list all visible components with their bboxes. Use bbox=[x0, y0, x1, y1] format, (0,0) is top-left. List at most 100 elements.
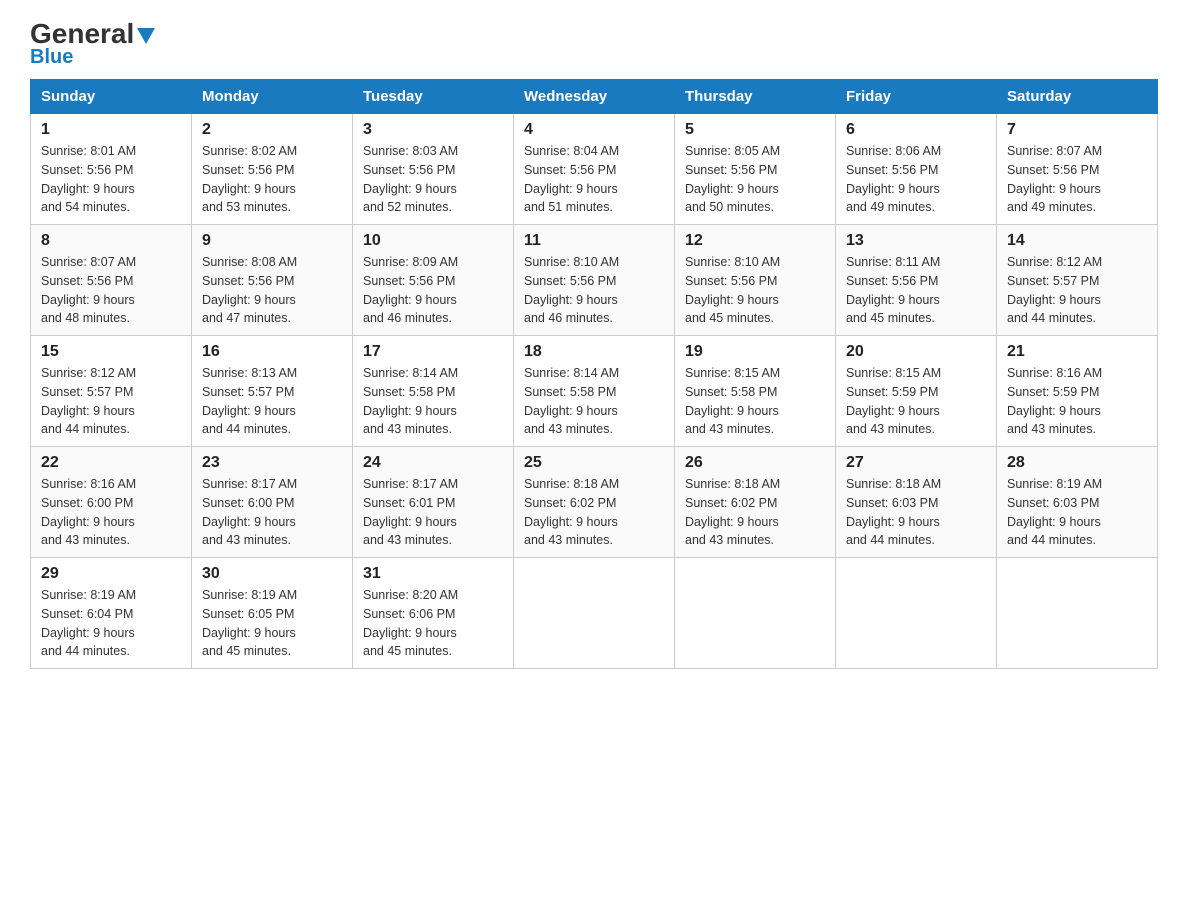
logo: General Blue bbox=[30, 20, 155, 69]
calendar-cell: 25 Sunrise: 8:18 AMSunset: 6:02 PMDaylig… bbox=[514, 447, 675, 558]
day-number: 6 bbox=[846, 121, 986, 139]
calendar-cell bbox=[514, 558, 675, 669]
day-info: Sunrise: 8:16 AMSunset: 5:59 PMDaylight:… bbox=[1007, 366, 1102, 436]
calendar-week-2: 8 Sunrise: 8:07 AMSunset: 5:56 PMDayligh… bbox=[31, 225, 1158, 336]
calendar-cell: 30 Sunrise: 8:19 AMSunset: 6:05 PMDaylig… bbox=[192, 558, 353, 669]
day-info: Sunrise: 8:12 AMSunset: 5:57 PMDaylight:… bbox=[1007, 255, 1102, 325]
calendar-cell: 6 Sunrise: 8:06 AMSunset: 5:56 PMDayligh… bbox=[836, 114, 997, 225]
day-number: 9 bbox=[202, 232, 342, 250]
day-number: 18 bbox=[524, 343, 664, 361]
day-info: Sunrise: 8:03 AMSunset: 5:56 PMDaylight:… bbox=[363, 144, 458, 214]
day-info: Sunrise: 8:02 AMSunset: 5:56 PMDaylight:… bbox=[202, 144, 297, 214]
day-info: Sunrise: 8:05 AMSunset: 5:56 PMDaylight:… bbox=[685, 144, 780, 214]
calendar-cell: 17 Sunrise: 8:14 AMSunset: 5:58 PMDaylig… bbox=[353, 336, 514, 447]
day-info: Sunrise: 8:17 AMSunset: 6:01 PMDaylight:… bbox=[363, 477, 458, 547]
day-number: 8 bbox=[41, 232, 181, 250]
day-info: Sunrise: 8:16 AMSunset: 6:00 PMDaylight:… bbox=[41, 477, 136, 547]
col-header-wednesday: Wednesday bbox=[514, 80, 675, 114]
calendar-cell: 5 Sunrise: 8:05 AMSunset: 5:56 PMDayligh… bbox=[675, 114, 836, 225]
day-number: 19 bbox=[685, 343, 825, 361]
calendar-cell: 16 Sunrise: 8:13 AMSunset: 5:57 PMDaylig… bbox=[192, 336, 353, 447]
day-number: 3 bbox=[363, 121, 503, 139]
calendar-cell: 31 Sunrise: 8:20 AMSunset: 6:06 PMDaylig… bbox=[353, 558, 514, 669]
day-number: 26 bbox=[685, 454, 825, 472]
calendar-cell bbox=[675, 558, 836, 669]
day-info: Sunrise: 8:09 AMSunset: 5:56 PMDaylight:… bbox=[363, 255, 458, 325]
day-number: 24 bbox=[363, 454, 503, 472]
day-number: 21 bbox=[1007, 343, 1147, 361]
calendar-week-1: 1 Sunrise: 8:01 AMSunset: 5:56 PMDayligh… bbox=[31, 114, 1158, 225]
calendar-week-3: 15 Sunrise: 8:12 AMSunset: 5:57 PMDaylig… bbox=[31, 336, 1158, 447]
calendar-header: SundayMondayTuesdayWednesdayThursdayFrid… bbox=[31, 80, 1158, 114]
day-info: Sunrise: 8:17 AMSunset: 6:00 PMDaylight:… bbox=[202, 477, 297, 547]
day-info: Sunrise: 8:10 AMSunset: 5:56 PMDaylight:… bbox=[685, 255, 780, 325]
calendar-cell: 28 Sunrise: 8:19 AMSunset: 6:03 PMDaylig… bbox=[997, 447, 1158, 558]
day-number: 2 bbox=[202, 121, 342, 139]
calendar-cell: 1 Sunrise: 8:01 AMSunset: 5:56 PMDayligh… bbox=[31, 114, 192, 225]
calendar-cell: 27 Sunrise: 8:18 AMSunset: 6:03 PMDaylig… bbox=[836, 447, 997, 558]
day-number: 30 bbox=[202, 565, 342, 583]
col-header-friday: Friday bbox=[836, 80, 997, 114]
calendar-cell: 10 Sunrise: 8:09 AMSunset: 5:56 PMDaylig… bbox=[353, 225, 514, 336]
day-number: 1 bbox=[41, 121, 181, 139]
day-number: 17 bbox=[363, 343, 503, 361]
day-info: Sunrise: 8:15 AMSunset: 5:59 PMDaylight:… bbox=[846, 366, 941, 436]
calendar-cell bbox=[997, 558, 1158, 669]
calendar-cell bbox=[836, 558, 997, 669]
day-info: Sunrise: 8:20 AMSunset: 6:06 PMDaylight:… bbox=[363, 588, 458, 658]
calendar-cell: 13 Sunrise: 8:11 AMSunset: 5:56 PMDaylig… bbox=[836, 225, 997, 336]
calendar-cell: 19 Sunrise: 8:15 AMSunset: 5:58 PMDaylig… bbox=[675, 336, 836, 447]
day-info: Sunrise: 8:18 AMSunset: 6:03 PMDaylight:… bbox=[846, 477, 941, 547]
day-info: Sunrise: 8:06 AMSunset: 5:56 PMDaylight:… bbox=[846, 144, 941, 214]
calendar-cell: 8 Sunrise: 8:07 AMSunset: 5:56 PMDayligh… bbox=[31, 225, 192, 336]
day-number: 16 bbox=[202, 343, 342, 361]
day-info: Sunrise: 8:14 AMSunset: 5:58 PMDaylight:… bbox=[363, 366, 458, 436]
calendar-cell: 20 Sunrise: 8:15 AMSunset: 5:59 PMDaylig… bbox=[836, 336, 997, 447]
calendar-week-4: 22 Sunrise: 8:16 AMSunset: 6:00 PMDaylig… bbox=[31, 447, 1158, 558]
day-info: Sunrise: 8:01 AMSunset: 5:56 PMDaylight:… bbox=[41, 144, 136, 214]
day-info: Sunrise: 8:19 AMSunset: 6:03 PMDaylight:… bbox=[1007, 477, 1102, 547]
calendar-cell: 3 Sunrise: 8:03 AMSunset: 5:56 PMDayligh… bbox=[353, 114, 514, 225]
day-info: Sunrise: 8:08 AMSunset: 5:56 PMDaylight:… bbox=[202, 255, 297, 325]
col-header-tuesday: Tuesday bbox=[353, 80, 514, 114]
calendar-cell: 11 Sunrise: 8:10 AMSunset: 5:56 PMDaylig… bbox=[514, 225, 675, 336]
day-number: 25 bbox=[524, 454, 664, 472]
col-header-saturday: Saturday bbox=[997, 80, 1158, 114]
calendar-cell: 29 Sunrise: 8:19 AMSunset: 6:04 PMDaylig… bbox=[31, 558, 192, 669]
calendar-cell: 7 Sunrise: 8:07 AMSunset: 5:56 PMDayligh… bbox=[997, 114, 1158, 225]
page-header: General Blue bbox=[30, 20, 1158, 69]
logo-text: General bbox=[30, 20, 155, 48]
calendar-cell: 21 Sunrise: 8:16 AMSunset: 5:59 PMDaylig… bbox=[997, 336, 1158, 447]
day-info: Sunrise: 8:10 AMSunset: 5:56 PMDaylight:… bbox=[524, 255, 619, 325]
calendar-table: SundayMondayTuesdayWednesdayThursdayFrid… bbox=[30, 79, 1158, 669]
day-number: 31 bbox=[363, 565, 503, 583]
day-number: 4 bbox=[524, 121, 664, 139]
day-info: Sunrise: 8:13 AMSunset: 5:57 PMDaylight:… bbox=[202, 366, 297, 436]
calendar-body: 1 Sunrise: 8:01 AMSunset: 5:56 PMDayligh… bbox=[31, 114, 1158, 669]
day-number: 10 bbox=[363, 232, 503, 250]
day-number: 11 bbox=[524, 232, 664, 250]
calendar-cell: 15 Sunrise: 8:12 AMSunset: 5:57 PMDaylig… bbox=[31, 336, 192, 447]
day-number: 7 bbox=[1007, 121, 1147, 139]
calendar-cell: 23 Sunrise: 8:17 AMSunset: 6:00 PMDaylig… bbox=[192, 447, 353, 558]
day-info: Sunrise: 8:07 AMSunset: 5:56 PMDaylight:… bbox=[1007, 144, 1102, 214]
day-number: 22 bbox=[41, 454, 181, 472]
day-info: Sunrise: 8:11 AMSunset: 5:56 PMDaylight:… bbox=[846, 255, 940, 325]
col-header-sunday: Sunday bbox=[31, 80, 192, 114]
day-number: 13 bbox=[846, 232, 986, 250]
calendar-week-5: 29 Sunrise: 8:19 AMSunset: 6:04 PMDaylig… bbox=[31, 558, 1158, 669]
calendar-cell: 26 Sunrise: 8:18 AMSunset: 6:02 PMDaylig… bbox=[675, 447, 836, 558]
calendar-cell: 14 Sunrise: 8:12 AMSunset: 5:57 PMDaylig… bbox=[997, 225, 1158, 336]
calendar-cell: 18 Sunrise: 8:14 AMSunset: 5:58 PMDaylig… bbox=[514, 336, 675, 447]
day-number: 28 bbox=[1007, 454, 1147, 472]
col-header-thursday: Thursday bbox=[675, 80, 836, 114]
calendar-cell: 24 Sunrise: 8:17 AMSunset: 6:01 PMDaylig… bbox=[353, 447, 514, 558]
day-info: Sunrise: 8:04 AMSunset: 5:56 PMDaylight:… bbox=[524, 144, 619, 214]
day-info: Sunrise: 8:14 AMSunset: 5:58 PMDaylight:… bbox=[524, 366, 619, 436]
day-number: 20 bbox=[846, 343, 986, 361]
day-number: 23 bbox=[202, 454, 342, 472]
day-number: 5 bbox=[685, 121, 825, 139]
calendar-cell: 2 Sunrise: 8:02 AMSunset: 5:56 PMDayligh… bbox=[192, 114, 353, 225]
calendar-cell: 22 Sunrise: 8:16 AMSunset: 6:00 PMDaylig… bbox=[31, 447, 192, 558]
calendar-cell: 9 Sunrise: 8:08 AMSunset: 5:56 PMDayligh… bbox=[192, 225, 353, 336]
